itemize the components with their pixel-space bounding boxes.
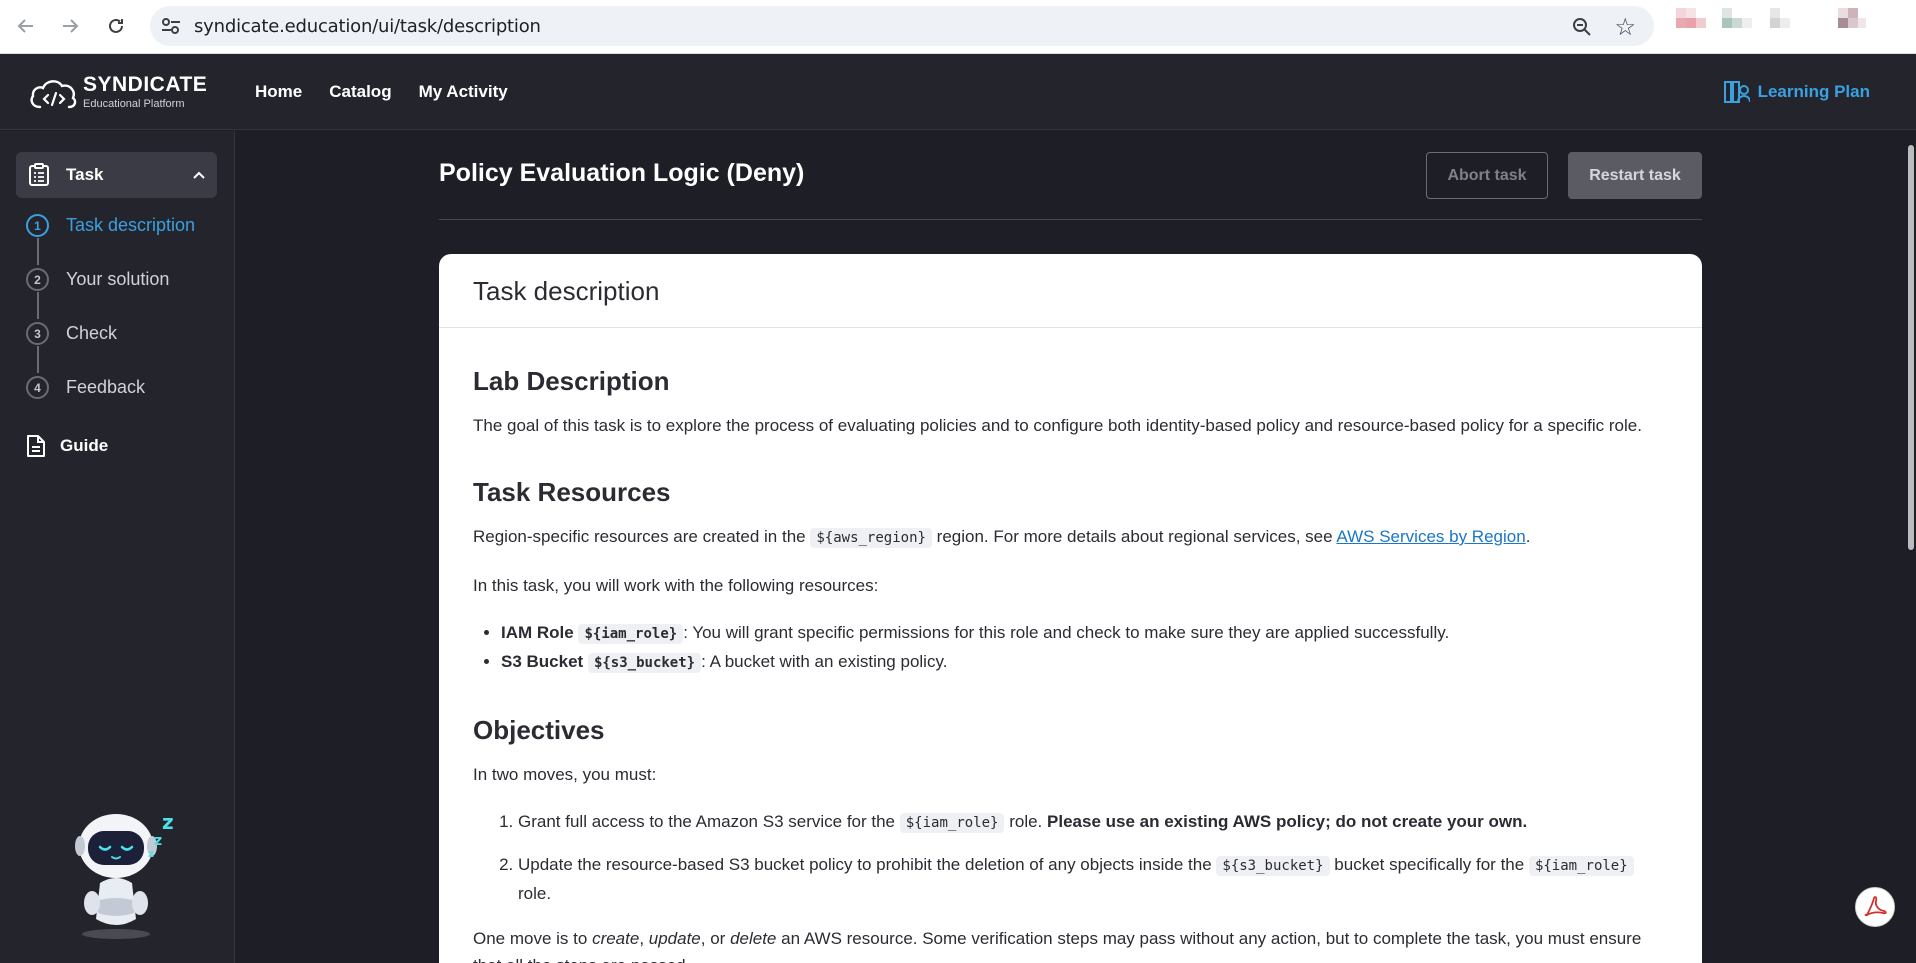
task-section-toggle[interactable]: Task xyxy=(16,152,217,198)
svg-text:z: z xyxy=(148,849,154,860)
app-header: SYNDICATE Educational Platform Home Cata… xyxy=(0,54,1916,130)
profile-avatar[interactable] xyxy=(1834,8,1866,40)
main-content: Policy Evaluation Logic (Deny) Abort tas… xyxy=(236,131,1916,963)
aws-services-by-region-link[interactable]: AWS Services by Region xyxy=(1336,527,1525,546)
page-scrollbar[interactable] xyxy=(1906,131,1916,963)
forward-arrow-icon[interactable] xyxy=(56,12,84,40)
clipboard-icon xyxy=(29,163,49,186)
nav-catalog[interactable]: Catalog xyxy=(329,82,391,102)
back-arrow-icon[interactable] xyxy=(12,12,40,40)
card-title: Task description xyxy=(439,254,1702,328)
list-item: Grant full access to the Amazon S3 servi… xyxy=(518,808,1668,837)
step-number: 2 xyxy=(26,268,49,291)
s3-bucket-code: ${s3_bucket} xyxy=(587,653,702,673)
learning-plan-label: Learning Plan xyxy=(1757,82,1870,101)
step-check[interactable]: 3 Check xyxy=(24,319,224,349)
extension-icon[interactable] xyxy=(1770,8,1802,40)
step-number: 1 xyxy=(26,214,49,237)
restart-task-button[interactable]: Restart task xyxy=(1568,152,1702,199)
resources-intro: In this task, you will work with the fol… xyxy=(473,576,879,595)
syndicate-cloud-logo-icon[interactable] xyxy=(28,74,80,112)
reload-icon[interactable] xyxy=(102,12,130,40)
nav-my-activity[interactable]: My Activity xyxy=(419,82,508,102)
step-label: Your solution xyxy=(66,269,170,289)
step-connector xyxy=(37,346,39,373)
region-paragraph: Region-specific resources are created in… xyxy=(473,527,1531,548)
objectives-intro: In two moves, you must: xyxy=(473,765,657,784)
sleeping-robot-mascot-icon: z z z xyxy=(75,810,174,939)
scrollbar-thumb[interactable] xyxy=(1908,145,1914,550)
list-item: IAM Role ${iam_role}: You will grant spe… xyxy=(501,619,1668,648)
pdf-download-button[interactable] xyxy=(1855,887,1895,927)
step-connector xyxy=(37,238,39,265)
brand-name: SYNDICATE xyxy=(83,73,208,96)
bookmark-star-icon[interactable]: ☆ xyxy=(1614,13,1636,42)
list-item: S3 Bucket ${s3_bucket}: A bucket with an… xyxy=(501,648,1668,677)
step-feedback[interactable]: 4 Feedback xyxy=(24,373,224,403)
lab-description-heading: Lab Description xyxy=(473,366,670,396)
lab-description-text: The goal of this task is to explore the … xyxy=(473,416,1642,435)
nav-home[interactable]: Home xyxy=(255,82,302,102)
step-label: Feedback xyxy=(66,377,146,397)
extension-icon[interactable] xyxy=(1722,8,1754,40)
iam-role-code: ${iam_role} xyxy=(578,624,684,644)
site-info-icon[interactable] xyxy=(160,16,182,36)
url-text[interactable]: syndicate.education/ui/task/description xyxy=(194,16,541,37)
brand[interactable]: SYNDICATE Educational Platform xyxy=(83,73,208,111)
task-description-card: Task description Lab Description The goa… xyxy=(439,254,1702,963)
sidebar: Task 1 Task description 2 Your solution … xyxy=(0,131,235,963)
step-task-description[interactable]: 1 Task description xyxy=(24,211,224,241)
title-divider xyxy=(439,219,1702,220)
browser-toolbar: syndicate.education/ui/task/description … xyxy=(0,0,1916,54)
page-title: Policy Evaluation Logic (Deny) xyxy=(439,159,805,187)
task-resources-heading: Task Resources xyxy=(473,477,671,507)
resources-list: IAM Role ${iam_role}: You will grant spe… xyxy=(501,619,1668,677)
top-navigation: Home Catalog My Activity xyxy=(255,82,508,102)
svg-text:z: z xyxy=(162,810,174,834)
address-bar[interactable]: syndicate.education/ui/task/description … xyxy=(150,6,1654,46)
objectives-list: Grant full access to the Amazon S3 servi… xyxy=(518,808,1668,907)
abort-task-button[interactable]: Abort task xyxy=(1426,152,1548,199)
adobe-pdf-icon xyxy=(1864,896,1887,917)
step-connector xyxy=(37,292,39,319)
guide-label: Guide xyxy=(60,436,109,455)
brand-subtitle: Educational Platform xyxy=(83,98,185,110)
aws-region-code: ${aws_region} xyxy=(810,528,932,548)
step-number: 4 xyxy=(26,376,49,399)
learning-plan-link[interactable]: Learning Plan xyxy=(1723,80,1870,104)
step-your-solution[interactable]: 2 Your solution xyxy=(24,265,224,295)
chevron-up-icon xyxy=(193,166,205,182)
step-label: Check xyxy=(66,323,118,343)
document-icon xyxy=(27,435,45,457)
step-number: 3 xyxy=(26,322,49,345)
list-item: Update the resource-based S3 bucket poli… xyxy=(518,851,1668,907)
svg-text:z: z xyxy=(154,833,162,849)
zoom-icon[interactable] xyxy=(1570,15,1594,39)
task-section-label: Task xyxy=(66,165,104,184)
learning-plan-icon xyxy=(1723,81,1750,103)
task-description-content: Lab Description The goal of this task is… xyxy=(439,366,1702,963)
step-label: Task description xyxy=(66,215,196,235)
objectives-heading: Objectives xyxy=(473,715,605,745)
extension-icon[interactable] xyxy=(1676,8,1708,40)
moves-paragraph: One move is to create, update, or delete… xyxy=(473,929,1642,963)
sidebar-item-guide[interactable]: Guide xyxy=(26,434,108,458)
